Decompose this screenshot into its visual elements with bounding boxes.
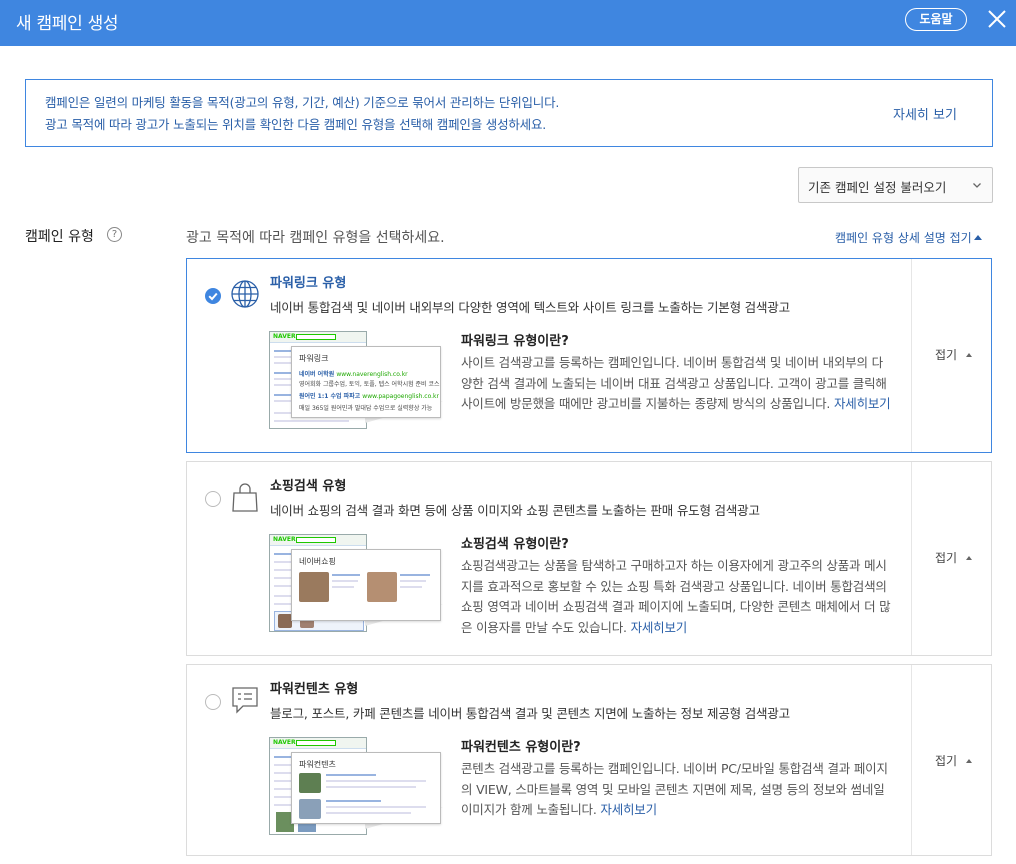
campaign-type-card-powerlink[interactable]: 파워링크 유형 네이버 통합검색 및 네이버 내외부의 다양한 영역에 텍스트와… — [186, 258, 992, 453]
detail-title: 쇼핑검색 유형이란? — [461, 537, 569, 552]
thumb-ad2-desc: 매일 365일 원어민과 말대답 수업으로 실력향상 가능 — [299, 405, 433, 412]
dialog-title: 새 캠페인 생성 — [16, 14, 119, 34]
card-summary: 블로그, 포스트, 카페 콘텐츠를 네이버 통합검색 결과 및 콘텐츠 지면에 … — [270, 706, 790, 721]
thumb-ad1-title: 네이버 어학원 — [299, 371, 335, 378]
powercontents-ad-zoom: 파워컨텐츠 — [291, 752, 441, 824]
product-image — [299, 572, 329, 602]
radio-powerlink[interactable] — [205, 288, 221, 304]
thumb-ad1-url: www.naverenglish.co.kr — [336, 371, 408, 378]
radio-shopping[interactable] — [205, 491, 221, 507]
chevron-down-icon — [973, 183, 981, 188]
collapse-card-button[interactable]: 접기 — [935, 752, 973, 769]
naver-logo: NAVER — [273, 739, 296, 746]
naver-logo: NAVER — [273, 333, 296, 340]
info-notice: 캠페인은 일련의 마케팅 활동을 목적(광고의 유형, 기간, 예산) 기준으로… — [25, 79, 993, 147]
detail-title: 파워링크 유형이란? — [461, 334, 569, 349]
content-thumbnail — [299, 773, 321, 793]
speech-bubble-icon — [232, 687, 258, 714]
checkmark-icon — [208, 292, 218, 301]
campaign-type-description: 광고 목적에 따라 캠페인 유형을 선택하세요. — [186, 230, 445, 246]
collapse-type-details-link[interactable]: 캠페인 유형 상세 설명 접기 — [835, 229, 982, 246]
detail-title: 파워컨텐츠 유형이란? — [461, 740, 581, 755]
close-icon[interactable] — [985, 7, 1009, 31]
notice-more-link[interactable]: 자세히 보기 — [893, 104, 957, 123]
collapse-card-button[interactable]: 접기 — [935, 549, 973, 566]
notice-line-1: 캠페인은 일련의 마케팅 활동을 목적(광고의 유형, 기간, 예산) 기준으로… — [45, 95, 560, 110]
thumb-ad2-url: www.papagoenglish.co.kr — [362, 393, 439, 400]
help-button[interactable]: 도움말 — [905, 8, 967, 31]
thumb-ad2-title: 원어민 1:1 수업 파파고 — [299, 393, 361, 400]
toggle-label: 접기 — [935, 551, 958, 565]
load-campaign-settings-select[interactable]: 기존 캠페인 설정 불러오기 — [798, 167, 993, 203]
detail-text: 콘텐츠 검색광고를 등록하는 캠페인입니다. 네이버 PC/모바일 통합검색 결… — [461, 761, 888, 817]
campaign-type-card-shopping[interactable]: 쇼핑검색 유형 네이버 쇼핑의 검색 결과 화면 등에 상품 이미지와 쇼핑 콘… — [186, 461, 992, 656]
campaign-type-label: 캠페인 유형 — [25, 229, 94, 245]
powerlink-ad-zoom: 파워링크 네이버 어학원 www.naverenglish.co.kr 영어회화… — [291, 346, 441, 418]
detail-body: 콘텐츠 검색광고를 등록하는 캠페인입니다. 네이버 PC/모바일 통합검색 결… — [461, 759, 891, 821]
card-title: 파워링크 유형 — [270, 276, 347, 291]
detail-more-link[interactable]: 자세히보기 — [834, 396, 891, 411]
caret-up-icon — [966, 556, 973, 560]
thumb-heading: 파워컨텐츠 — [299, 760, 336, 769]
toggle-label: 접기 — [935, 754, 958, 768]
load-select-label: 기존 캠페인 설정 불러오기 — [808, 180, 947, 195]
thumb-heading: 네이버쇼핑 — [299, 557, 336, 566]
toggle-label: 접기 — [935, 348, 958, 362]
thumb-heading: 파워링크 — [299, 354, 329, 363]
detail-more-link[interactable]: 자세히보기 — [600, 802, 657, 817]
dialog-header: 새 캠페인 생성 도움말 — [0, 0, 1016, 46]
card-summary: 네이버 쇼핑의 검색 결과 화면 등에 상품 이미지와 쇼핑 콘텐츠를 노출하는… — [270, 503, 760, 518]
globe-icon — [231, 280, 259, 308]
content-thumbnail — [299, 799, 321, 819]
caret-up-icon — [966, 759, 973, 763]
radio-powercontents[interactable] — [205, 694, 221, 710]
powerlink-example-illustration: NAVER 파워링크 네이버 어학원 www.naverenglish.co.k… — [269, 331, 449, 431]
detail-body: 쇼핑검색광고는 상품을 탐색하고 구매하고자 하는 이용자에게 광고주의 상품과… — [461, 556, 891, 638]
naver-logo: NAVER — [273, 536, 296, 543]
detail-text: 사이트 검색광고를 등록하는 캠페인입니다. 네이버 통합검색 및 네이버 내외… — [461, 355, 887, 411]
card-summary: 네이버 통합검색 및 네이버 내외부의 다양한 영역에 텍스트와 사이트 링크를… — [270, 300, 790, 315]
card-title: 파워컨텐츠 유형 — [270, 682, 359, 697]
help-question-icon[interactable]: ? — [107, 227, 122, 242]
collapse-type-details-label: 캠페인 유형 상세 설명 접기 — [835, 231, 972, 245]
shopping-example-illustration: NAVER 네이버쇼핑 — [269, 534, 449, 634]
card-title: 쇼핑검색 유형 — [270, 479, 347, 494]
caret-up-icon — [973, 235, 982, 240]
caret-up-icon — [966, 353, 973, 357]
product-image — [367, 572, 397, 602]
shopping-ad-zoom: 네이버쇼핑 — [291, 549, 441, 621]
detail-body: 사이트 검색광고를 등록하는 캠페인입니다. 네이버 통합검색 및 네이버 내외… — [461, 353, 891, 415]
notice-line-2: 광고 목적에 따라 광고가 노출되는 위치를 확인한 다음 캠페인 유형을 선택… — [45, 117, 547, 132]
thumb-ad1-desc: 영어회화 그룹수업, 토익, 토플, 텝스 어학시험 준비 코스 — [299, 381, 440, 388]
powercontents-example-illustration: NAVER 파워컨텐츠 — [269, 737, 449, 837]
detail-more-link[interactable]: 자세히보기 — [631, 620, 688, 635]
shopping-bag-icon — [232, 483, 258, 512]
collapse-card-button[interactable]: 접기 — [935, 346, 973, 363]
campaign-type-card-powercontents[interactable]: 파워컨텐츠 유형 블로그, 포스트, 카페 콘텐츠를 네이버 통합검색 결과 및… — [186, 664, 992, 856]
